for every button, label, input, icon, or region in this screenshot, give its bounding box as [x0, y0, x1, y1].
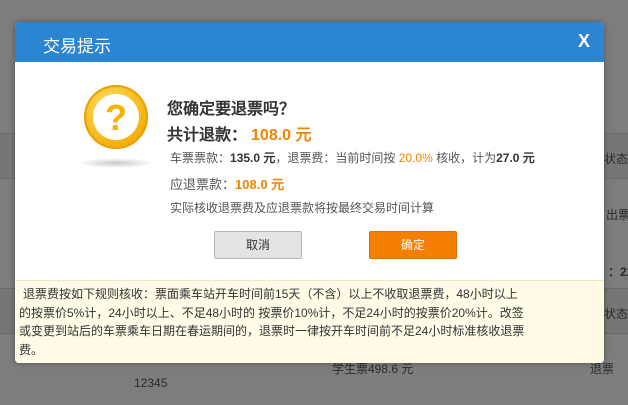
rules-line: 费。 [19, 342, 44, 357]
total-refund: 共计退款： 108.0 元 [167, 121, 312, 145]
question-mark-icon: ? [84, 85, 148, 149]
refund-note: 实际核收退票费及应退票款将按最终交易时间计算 [170, 201, 435, 215]
fee-value: 27.0 元 [496, 151, 535, 165]
refund-amount: 108.0 元 [235, 177, 285, 192]
fee-label: ，退票费：当前时间按 [275, 151, 399, 165]
fee-rate: 20.0% [398, 151, 433, 165]
rules-line: 退票费按如下规则核收：票面乘车站开车时间前15天（不含）以上不收取退票费，48小… [23, 287, 518, 301]
background-text: 状态 [604, 307, 628, 321]
background-text: 12345 [134, 376, 168, 390]
dialog-title: 交易提示 [43, 37, 111, 56]
fare-label: 车票票款： [170, 151, 231, 165]
total-refund-amount: 108.0 元 [251, 127, 312, 144]
trade-prompt-dialog: 交易提示 X ? 您确定要退票吗？ 共计退款： 108.0 元 车票票款：135.… [15, 22, 604, 363]
cancel-button[interactable]: 取消 [214, 231, 302, 259]
refund-detail: 应退票款：108.0 元 [170, 174, 284, 193]
rules-line: 的按票价5%计，24小时以上、不足48小时的 按票价10%计，不足24小时的按票… [19, 305, 524, 320]
dialog-titlebar: 交易提示 X [15, 22, 604, 62]
refund-rules-notice: 退票费按如下规则核收：票面乘车站开车时间前15天（不含）以上不收取退票费，48小… [15, 280, 604, 363]
background-text: 状态 [604, 152, 628, 166]
rules-line: 或变更到站后的车票乘车日期在春运期间的，退票时一律按开车时间前不足24小时标准核… [19, 324, 525, 338]
background-text: 出票 [606, 208, 628, 222]
refund-label: 应退票款： [170, 177, 236, 192]
fee-detail: 车票票款：135.0 元，退票费：当前时间按 20.0% 核收，计为27.0 元 [170, 149, 535, 166]
fee-middle-text: 核收，计为 [432, 151, 497, 165]
svg-text:?: ? [105, 97, 127, 138]
background-text: ：22 [608, 265, 628, 279]
close-button[interactable]: X [578, 31, 590, 52]
total-refund-label: 共计退款： [167, 127, 248, 144]
fare-value: 135.0 元 [230, 151, 276, 165]
icon-shadow [77, 158, 155, 168]
confirm-button[interactable]: 确定 [369, 231, 457, 259]
question-text: 您确定要退票吗？ [167, 101, 296, 118]
